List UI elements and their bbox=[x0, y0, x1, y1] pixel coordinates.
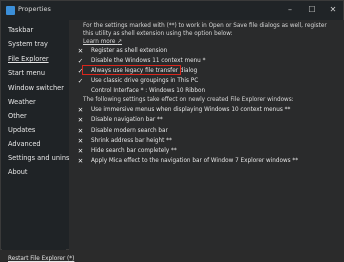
sidebar-item-advanced[interactable]: Advanced bbox=[8, 140, 41, 148]
sidebar: Taskbar System tray File Explorer Start … bbox=[2, 20, 80, 262]
sidebar-item-updates[interactable]: Updates bbox=[8, 126, 35, 134]
app-icon bbox=[6, 6, 15, 15]
hide-search-bar-option[interactable]: Hide search bar completely ** bbox=[91, 148, 177, 154]
register-shell-extension-option[interactable]: Register as shell extension bbox=[91, 48, 167, 54]
checked-icon[interactable]: ✓ bbox=[77, 58, 84, 65]
sidebar-item-taskbar[interactable]: Taskbar bbox=[8, 26, 33, 34]
title-bar: Properties – ☐ ✕ bbox=[1, 1, 343, 20]
content-panel: For the settings marked with (**) to wor… bbox=[69, 20, 344, 250]
properties-window: Properties – ☐ ✕ Taskbar System tray Fil… bbox=[0, 0, 344, 262]
mica-effect-option[interactable]: Apply Mica effect to the navigation bar … bbox=[91, 158, 298, 164]
disable-win11-context-menu-option[interactable]: Disable the Windows 11 context menu * bbox=[91, 58, 205, 64]
unchecked-icon[interactable]: ✕ bbox=[77, 138, 84, 145]
open-link-icon: ↗ bbox=[117, 39, 123, 45]
classic-drive-groupings-option[interactable]: Use classic drive groupings in This PC bbox=[91, 78, 198, 84]
unchecked-icon[interactable]: ✕ bbox=[77, 117, 84, 124]
shrink-address-bar-option[interactable]: Shrink address bar height ** bbox=[91, 138, 172, 144]
unchecked-icon[interactable]: ✕ bbox=[77, 48, 84, 55]
sidebar-item-system-tray[interactable]: System tray bbox=[8, 40, 48, 48]
sidebar-item-window-switcher[interactable]: Window switcher bbox=[8, 84, 64, 92]
intro-text-line1: For the settings marked with (**) to wor… bbox=[83, 23, 327, 29]
immersive-menus-option[interactable]: Use immersive menus when displaying Wind… bbox=[91, 107, 290, 113]
highlight-box bbox=[82, 65, 181, 75]
checked-icon[interactable]: ✓ bbox=[77, 78, 84, 85]
unchecked-icon[interactable]: ✕ bbox=[77, 158, 84, 165]
sidebar-item-weather[interactable]: Weather bbox=[8, 98, 36, 106]
following-settings-text: The following settings take effect on ne… bbox=[83, 97, 294, 103]
sidebar-item-file-explorer[interactable]: File Explorer bbox=[8, 55, 49, 63]
restart-file-explorer-link[interactable]: Restart File Explorer (*) bbox=[8, 256, 74, 262]
close-button[interactable]: ✕ bbox=[324, 3, 342, 17]
maximize-button[interactable]: ☐ bbox=[303, 3, 321, 17]
control-interface-option[interactable]: Control Interface * : Windows 10 Ribbon bbox=[91, 88, 205, 94]
unchecked-icon[interactable]: ✕ bbox=[77, 128, 84, 135]
learn-more-link[interactable]: Learn more ↗ bbox=[83, 39, 122, 45]
sidebar-item-about[interactable]: About bbox=[8, 168, 28, 176]
unchecked-icon[interactable]: ✕ bbox=[77, 107, 84, 114]
sidebar-item-start-menu[interactable]: Start menu bbox=[8, 69, 45, 77]
unchecked-icon[interactable]: ✕ bbox=[77, 148, 84, 155]
disable-navigation-bar-option[interactable]: Disable navigation bar ** bbox=[91, 117, 163, 123]
minimize-button[interactable]: – bbox=[281, 3, 299, 17]
intro-text-line2: this utility as shell extension using th… bbox=[83, 31, 233, 37]
sidebar-item-other[interactable]: Other bbox=[8, 112, 27, 120]
disable-modern-search-bar-option[interactable]: Disable modern search bar bbox=[91, 128, 168, 134]
window-title: Properties bbox=[18, 5, 51, 13]
